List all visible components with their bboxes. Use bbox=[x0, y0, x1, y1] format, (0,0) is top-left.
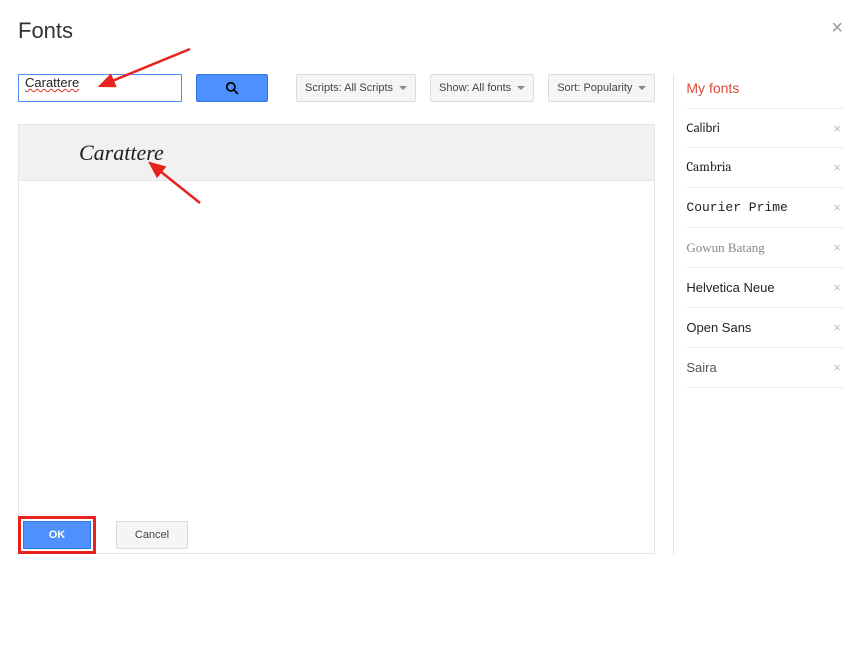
search-icon bbox=[225, 81, 239, 95]
chevron-down-icon bbox=[399, 86, 407, 90]
my-font-item[interactable]: Saira × bbox=[686, 348, 845, 388]
my-font-item[interactable]: Cambria × bbox=[686, 148, 845, 188]
ok-highlight-box: OK bbox=[18, 516, 96, 554]
ok-button[interactable]: OK bbox=[23, 521, 91, 549]
scripts-filter[interactable]: Scripts: All Scripts bbox=[296, 74, 416, 102]
font-result-item[interactable]: Carattere bbox=[19, 125, 654, 181]
my-font-name: Helvetica Neue bbox=[686, 280, 774, 295]
my-font-name: Gowun Batang bbox=[686, 240, 764, 256]
close-icon[interactable]: × bbox=[831, 18, 843, 38]
my-font-item[interactable]: Open Sans × bbox=[686, 308, 845, 348]
remove-font-icon[interactable]: × bbox=[833, 200, 841, 215]
my-font-name: Calibri bbox=[686, 121, 719, 136]
my-fonts-heading: My fonts bbox=[686, 80, 845, 96]
remove-font-icon[interactable]: × bbox=[833, 121, 841, 136]
sort-filter[interactable]: Sort: Popularity bbox=[548, 74, 655, 102]
show-filter[interactable]: Show: All fonts bbox=[430, 74, 534, 102]
remove-font-icon[interactable]: × bbox=[833, 320, 841, 335]
remove-font-icon[interactable]: × bbox=[833, 160, 841, 175]
my-font-name: Courier Prime bbox=[686, 200, 787, 215]
remove-font-icon[interactable]: × bbox=[833, 280, 841, 295]
remove-font-icon[interactable]: × bbox=[833, 360, 841, 375]
dialog-title: Fonts bbox=[18, 18, 847, 44]
cancel-button[interactable]: Cancel bbox=[116, 521, 188, 549]
remove-font-icon[interactable]: × bbox=[833, 240, 841, 255]
my-font-item[interactable]: Helvetica Neue × bbox=[686, 268, 845, 308]
font-preview-name: Carattere bbox=[79, 140, 164, 166]
search-button[interactable] bbox=[196, 74, 268, 102]
search-input[interactable]: Carattere bbox=[18, 74, 182, 102]
my-fonts-list: Calibri×Cambria×Courier Prime×Gowun Bata… bbox=[686, 108, 845, 388]
my-font-item[interactable]: Calibri × bbox=[686, 108, 845, 148]
my-font-name: Saira bbox=[686, 360, 716, 375]
my-font-item[interactable]: Courier Prime × bbox=[686, 188, 845, 228]
chevron-down-icon bbox=[638, 86, 646, 90]
my-font-name: Cambria bbox=[686, 160, 731, 175]
my-font-name: Open Sans bbox=[686, 320, 751, 335]
font-results-list: Carattere bbox=[18, 124, 655, 554]
my-font-item[interactable]: Gowun Batang × bbox=[686, 228, 845, 268]
chevron-down-icon bbox=[517, 86, 525, 90]
